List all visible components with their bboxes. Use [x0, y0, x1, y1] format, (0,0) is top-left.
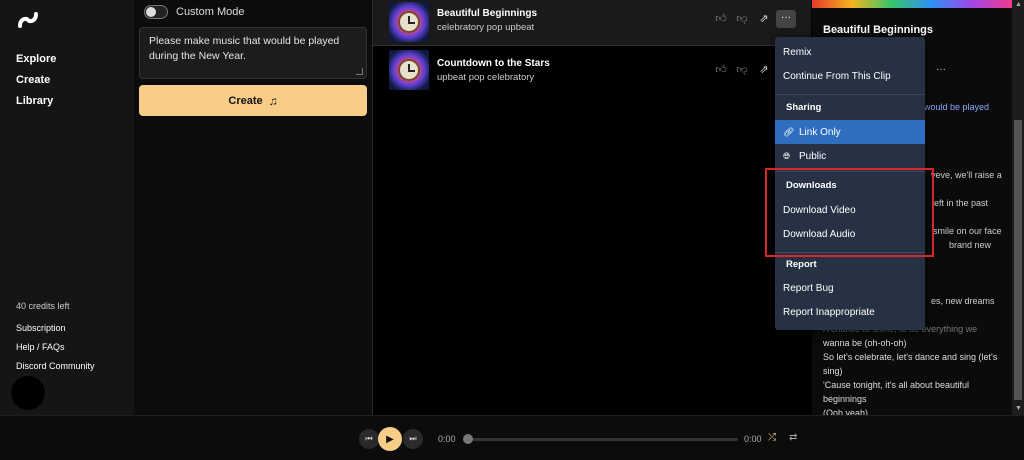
detail-song-title: Beautiful Beginnings: [823, 24, 933, 36]
thumbs-up-icon[interactable]: 👍︎: [715, 64, 727, 76]
menu-item-report-bug[interactable]: Report Bug: [775, 277, 925, 301]
song-cover-image[interactable]: [389, 50, 429, 90]
menu-item-public[interactable]: 🌐︎ Public: [775, 144, 925, 168]
lyrics-line: veve, we'll raise a: [931, 170, 1002, 180]
previous-track-icon[interactable]: ⏮: [359, 429, 379, 449]
lyrics-line: eft in the past: [934, 198, 989, 208]
nav-explore[interactable]: Explore: [16, 52, 56, 73]
prompt-line: Please make music that would be played: [149, 35, 340, 47]
song-tags: upbeat pop celebratory: [437, 72, 535, 83]
progress-track[interactable]: [468, 438, 738, 441]
cover-banner: [812, 0, 1012, 8]
help-faqs-link[interactable]: Help / FAQs: [16, 341, 95, 360]
custom-mode-toggle[interactable]: [144, 5, 168, 19]
song-description-input[interactable]: Please make music that would be played d…: [139, 27, 367, 79]
create-button[interactable]: Create ♫: [139, 85, 367, 116]
share-icon[interactable]: ⇗: [758, 64, 770, 76]
create-button-label: Create: [228, 94, 263, 107]
prompt-line: during the New Year.: [149, 50, 246, 62]
downloads-highlight-box: [765, 168, 934, 257]
song-tags: celebratory pop upbeat: [437, 22, 535, 33]
duration-time: 0:00: [744, 434, 762, 444]
nav-create[interactable]: Create: [16, 73, 56, 94]
menu-item-remix[interactable]: Remix: [775, 41, 925, 65]
menu-item-report-inappropriate[interactable]: Report Inappropriate: [775, 301, 925, 325]
lyrics-line: brand new: [949, 240, 992, 250]
lyrics-line: beginnings: [823, 394, 867, 404]
song-row[interactable]: Countdown to the Stars upbeat pop celebr…: [373, 50, 811, 95]
menu-item-label: Link Only: [799, 127, 841, 138]
lyrics-line: So let's celebrate, let's dance and sing…: [823, 352, 998, 362]
music-note-icon: ♫: [268, 93, 278, 108]
scrollbar-thumb[interactable]: [1014, 120, 1022, 400]
next-track-icon[interactable]: ⏭: [403, 429, 423, 449]
progress-knob[interactable]: [463, 434, 473, 444]
share-icon[interactable]: ⇗: [758, 13, 770, 25]
scrollbar[interactable]: ▲ ▼: [1012, 0, 1024, 415]
play-button[interactable]: ▶: [378, 427, 402, 451]
menu-header-sharing: Sharing: [786, 102, 822, 113]
lyrics-line: sing): [823, 366, 843, 376]
row-divider: [373, 45, 811, 46]
scroll-up-arrow-icon[interactable]: ▲: [1015, 1, 1022, 8]
player-bar: ⏮ ▶ ⏭ 0:00 0:00 ⤮ ⇄: [0, 415, 1024, 460]
custom-mode-label: Custom Mode: [176, 6, 245, 18]
thumbs-down-icon[interactable]: 👎︎: [736, 64, 748, 76]
song-cover-image[interactable]: [389, 2, 429, 42]
menu-item-continue-from-clip[interactable]: Continue From This Clip: [775, 65, 925, 89]
detail-text: would be played: [924, 102, 990, 112]
menu-item-link-only[interactable]: 🔗︎ Link Only: [775, 120, 925, 144]
thumbs-up-icon[interactable]: 👍︎: [715, 13, 727, 25]
lyrics-line: 'Cause tonight, it's all about beautiful: [823, 380, 970, 390]
subscription-link[interactable]: Subscription: [16, 322, 95, 341]
credits-count: 40 credits left: [16, 301, 70, 311]
shuffle-icon[interactable]: ⤮: [768, 432, 776, 443]
song-title[interactable]: Countdown to the Stars: [437, 58, 550, 69]
more-options-button[interactable]: ···: [776, 10, 796, 28]
lyrics-line: smile on our face: [933, 226, 1002, 236]
menu-item-label: Public: [799, 151, 827, 162]
current-time: 0:00: [438, 434, 456, 444]
link-icon: 🔗︎: [783, 127, 795, 137]
app-logo-icon[interactable]: [16, 8, 40, 32]
lyrics-block: wanna be (oh-oh-oh) So let's celebrate, …: [823, 336, 1009, 420]
globe-icon: 🌐︎: [783, 151, 791, 161]
create-panel: Custom Mode Please make music that would…: [134, 0, 372, 415]
avatar[interactable]: [11, 376, 45, 410]
lyrics-line: es, new dreams: [931, 296, 995, 306]
repeat-icon[interactable]: ⇄: [789, 432, 797, 443]
detail-more-icon[interactable]: ···: [936, 64, 946, 75]
sidebar-footer: 40 credits left Subscription Help / FAQs…: [16, 300, 95, 379]
nav-library[interactable]: Library: [16, 94, 56, 115]
song-list: Beautiful Beginnings celebratory pop upb…: [373, 0, 811, 415]
custom-mode-row: Custom Mode: [144, 5, 244, 19]
thumbs-down-icon[interactable]: 👎︎: [736, 13, 748, 25]
lyrics-line: wanna be (oh-oh-oh): [823, 338, 907, 348]
song-row[interactable]: Beautiful Beginnings celebratory pop upb…: [373, 0, 811, 46]
menu-divider: [775, 94, 925, 95]
main-nav: Explore Create Library: [16, 52, 56, 115]
scroll-down-arrow-icon[interactable]: ▼: [1015, 405, 1022, 412]
menu-header-report: Report: [786, 259, 817, 270]
song-title[interactable]: Beautiful Beginnings: [437, 8, 537, 19]
sidebar: Explore Create Library 40 credits left S…: [0, 0, 134, 415]
